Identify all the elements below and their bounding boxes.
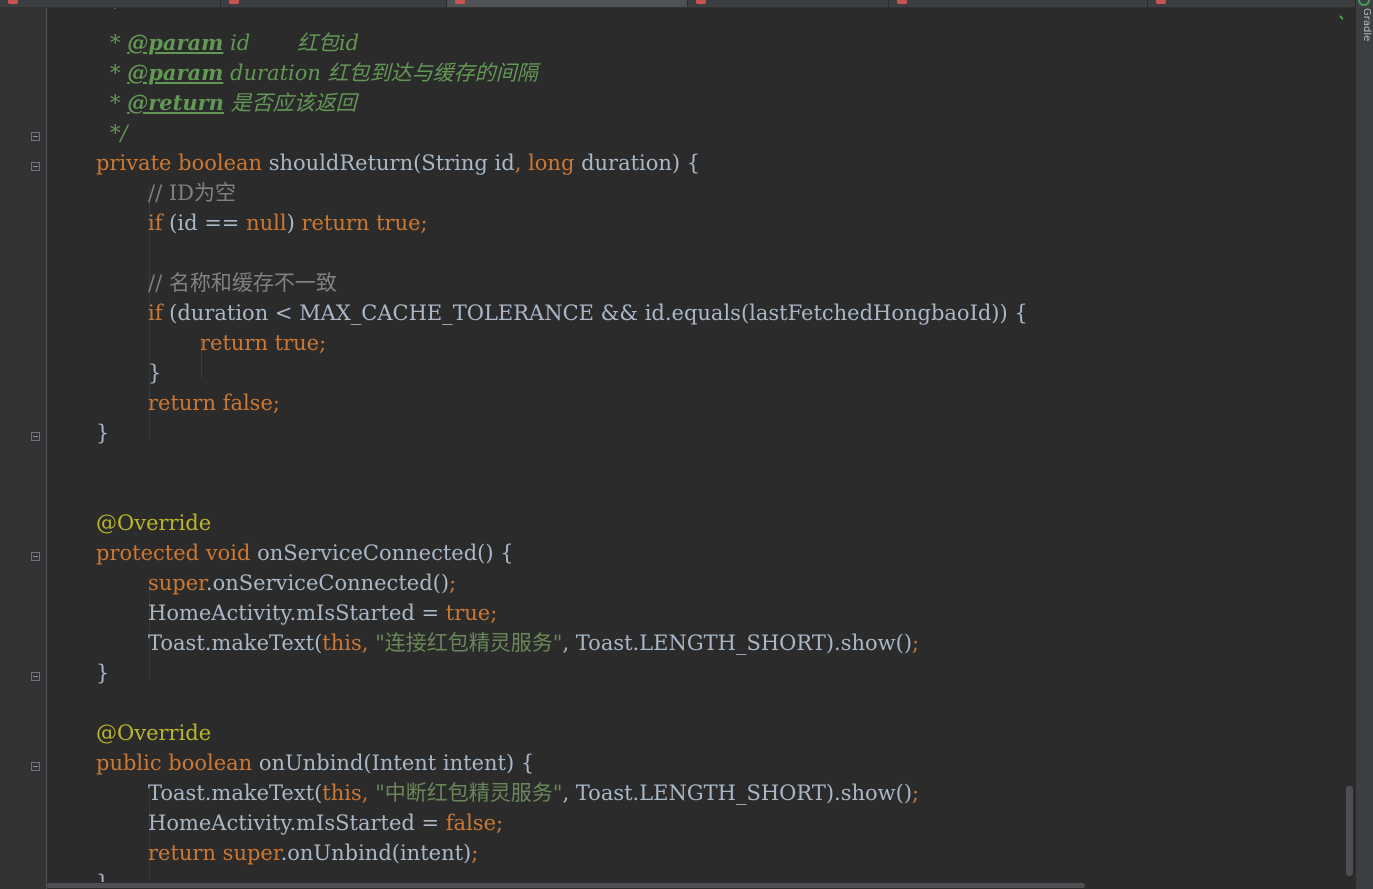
java-file-icon — [455, 0, 465, 4]
annotation: @Override — [96, 721, 212, 745]
code-line: if (id == null) return true; — [148, 211, 428, 235]
code-line: HomeActivity.mIsStarted = true; — [148, 601, 498, 625]
ide-window: * * @param id 红包id * @param duration 红包到… — [0, 0, 1373, 889]
code-line: * @param id 红包id — [110, 30, 360, 55]
fold-marker-icon[interactable] — [31, 132, 40, 141]
code-line: private boolean shouldReturn(String id, … — [96, 151, 701, 175]
vertical-scrollbar-thumb[interactable] — [1346, 786, 1353, 876]
code-line: public boolean onUnbind(Intent intent) { — [96, 751, 535, 775]
code-line: * @return 是否应该返回 — [110, 90, 357, 115]
horizontal-scrollbar-thumb[interactable] — [47, 883, 1085, 888]
annotation: @Override — [96, 511, 212, 535]
code-line: * — [110, 8, 121, 20]
code-line: * @param duration 红包到达与缓存的间隔 — [110, 60, 538, 85]
code-line: } — [96, 421, 110, 445]
javadoc-tag: @return — [127, 90, 224, 115]
fold-marker-icon[interactable] — [31, 432, 40, 441]
java-file-icon — [229, 0, 239, 4]
editor-tab[interactable] — [688, 0, 889, 7]
javadoc-tag: @param — [127, 60, 224, 85]
code-line: if (duration < MAX_CACHE_TOLERANCE && id… — [148, 301, 1028, 325]
code-line: } — [96, 661, 110, 685]
code-line: HomeActivity.mIsStarted = false; — [148, 811, 504, 835]
code-line: protected void onServiceConnected() { — [96, 541, 514, 565]
code-line: // ID为空 — [148, 181, 236, 205]
string-literal: "中断红包精灵服务" — [375, 781, 563, 805]
horizontal-scrollbar[interactable] — [47, 882, 1343, 889]
editor-tab[interactable] — [221, 0, 447, 7]
code-line: return false; — [148, 391, 280, 415]
code-line: */ — [110, 121, 128, 145]
code-line: return true; — [200, 331, 327, 355]
fold-marker-icon[interactable] — [31, 672, 40, 681]
java-file-icon — [8, 0, 18, 4]
code-line: // 名称和缓存不一致 — [148, 271, 337, 295]
fold-marker-icon[interactable] — [31, 552, 40, 561]
editor-tab[interactable] — [889, 0, 1148, 7]
editor-tab[interactable] — [1148, 0, 1356, 7]
code-line: Toast.makeText(this, "连接红包精灵服务", Toast.L… — [148, 631, 920, 655]
javadoc-tag: @param — [127, 30, 224, 55]
code-line: return super.onUnbind(intent); — [148, 841, 479, 865]
vertical-scrollbar[interactable] — [1343, 8, 1355, 884]
editor-gutter — [0, 8, 47, 889]
editor-tab[interactable] — [0, 0, 221, 7]
java-file-icon — [696, 0, 706, 4]
string-literal: "连接红包精灵服务" — [375, 631, 563, 655]
editor-tab-bar — [0, 0, 1356, 8]
editor-tab-active[interactable] — [447, 0, 688, 7]
code-line: @Override — [96, 718, 211, 748]
right-tool-strip — [1355, 0, 1373, 889]
gradle-tool-button[interactable]: Gradle — [1358, 8, 1372, 41]
code-editor[interactable]: * * @param id 红包id * @param duration 红包到… — [47, 8, 1342, 884]
java-file-icon — [897, 0, 907, 4]
java-file-icon — [1156, 0, 1166, 4]
fold-marker-icon[interactable] — [31, 762, 40, 771]
code-line: super.onServiceConnected(); — [148, 571, 457, 595]
code-line: Toast.makeText(this, "中断红包精灵服务", Toast.L… — [148, 781, 920, 805]
code-line: } — [148, 361, 162, 385]
code-line: @Override — [96, 508, 211, 538]
fold-marker-icon[interactable] — [31, 162, 40, 171]
